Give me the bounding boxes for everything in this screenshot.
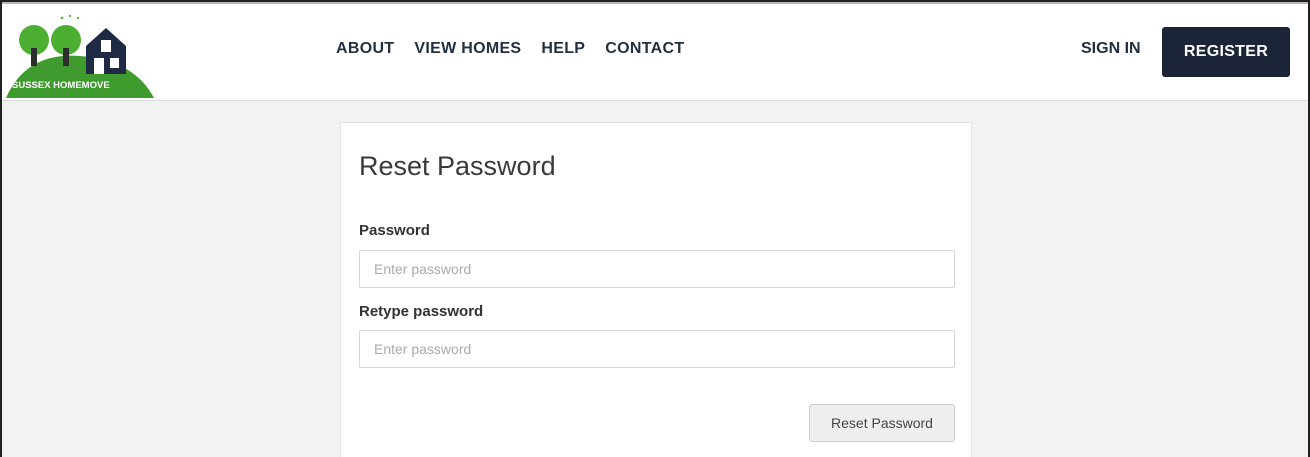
password-field[interactable] — [359, 250, 955, 288]
password-label: Password — [359, 222, 430, 239]
main-nav: ABOUT VIEW HOMES HELP CONTACT — [336, 40, 704, 58]
navbar: SUSSEX HOMEMOVE ABOUT VIEW HOMES HELP CO… — [2, 4, 1308, 101]
sign-in-link[interactable]: SIGN IN — [1081, 40, 1141, 58]
browser-frame: SUSSEX HOMEMOVE ABOUT VIEW HOMES HELP CO… — [0, 0, 1310, 457]
page-title: Reset Password — [359, 151, 556, 181]
hill-shape — [6, 55, 154, 98]
reset-password-card: Reset Password Password Retype password … — [340, 122, 972, 457]
nav-contact[interactable]: CONTACT — [605, 40, 684, 58]
logo-text: SUSSEX HOMEMOVE — [12, 80, 110, 91]
retype-password-label: Retype password — [359, 303, 484, 320]
nav-help[interactable]: HELP — [541, 40, 585, 58]
reset-password-button[interactable]: Reset Password — [809, 404, 955, 442]
nav-view-homes[interactable]: VIEW HOMES — [414, 40, 521, 58]
nav-about[interactable]: ABOUT — [336, 40, 394, 58]
sussex-homemove-logo[interactable]: SUSSEX HOMEMOVE — [6, 12, 154, 100]
register-button[interactable]: REGISTER — [1162, 27, 1290, 77]
retype-password-field[interactable] — [359, 330, 955, 368]
